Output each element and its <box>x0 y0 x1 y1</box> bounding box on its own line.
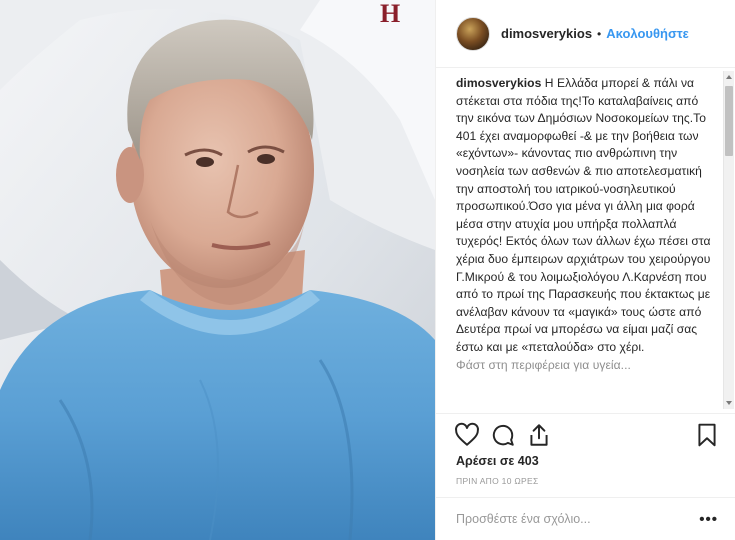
caption-text: Η Ελλάδα μπορεί & πάλι να στέκεται στα π… <box>456 76 711 354</box>
caption-scrollbar[interactable] <box>723 71 734 409</box>
bookmark-icon[interactable] <box>694 422 720 448</box>
post-header: dimosverykios • Ακολουθήστε <box>436 0 735 68</box>
scroll-up-icon[interactable] <box>726 75 732 79</box>
comment-icon[interactable] <box>490 422 516 448</box>
likes-count[interactable]: Αρέσει σε 403 <box>456 454 539 468</box>
share-icon[interactable] <box>526 422 552 448</box>
post-photo[interactable]: H <box>0 0 435 540</box>
header-username[interactable]: dimosverykios <box>501 26 592 41</box>
caption-cutoff-text: Φάστ στη περιφέρεια για υγεία... <box>456 357 631 372</box>
post-timestamp[interactable]: ΠΡΙΝ ΑΠΟ 10 ΩΡΕΣ <box>456 476 539 486</box>
post-caption: dimosverykios Η Ελλάδα μπορεί & πάλι να … <box>456 75 716 413</box>
comment-input[interactable] <box>456 512 700 526</box>
follow-button[interactable]: Ακολουθήστε <box>606 26 689 41</box>
profile-avatar[interactable] <box>456 16 490 51</box>
more-options-icon[interactable]: ••• <box>699 511 718 528</box>
action-bar <box>436 413 735 456</box>
post-side-panel: dimosverykios • Ακολουθήστε dimosverykio… <box>435 0 735 540</box>
caption-username[interactable]: dimosverykios <box>456 76 541 90</box>
post-image: H <box>0 0 435 540</box>
scrollbar-thumb[interactable] <box>725 86 733 156</box>
heart-icon[interactable] <box>454 422 480 448</box>
header-separator: • <box>597 26 602 41</box>
comments-area[interactable]: dimosverykios Η Ελλάδα μπορεί & πάλι να … <box>436 69 735 413</box>
scroll-down-icon[interactable] <box>726 401 732 405</box>
pillow-monogram: H <box>380 0 400 28</box>
add-comment-bar: ••• <box>436 497 735 540</box>
